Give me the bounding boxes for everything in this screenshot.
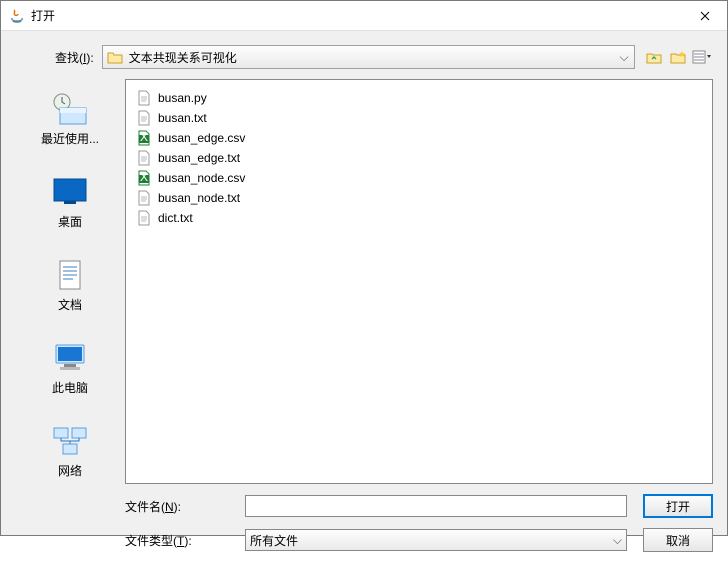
filetype-value: 所有文件: [250, 532, 613, 549]
file-row[interactable]: Xbusan_edge.csv: [132, 128, 706, 148]
network-icon: [50, 424, 90, 458]
place-label: 桌面: [58, 213, 82, 230]
svg-text:X: X: [140, 130, 148, 144]
place-documents[interactable]: 文档: [27, 253, 113, 318]
file-row[interactable]: busan_edge.txt: [132, 148, 706, 168]
java-icon: [9, 8, 25, 24]
folder-icon: [107, 50, 123, 64]
look-in-value: 文本共现关系可视化: [129, 49, 616, 66]
filetype-row: 文件类型(T): 所有文件 ⌵ 取消: [125, 528, 713, 552]
file-row[interactable]: busan_node.txt: [132, 188, 706, 208]
filetype-combo[interactable]: 所有文件 ⌵: [245, 529, 627, 551]
svg-text:X: X: [140, 170, 148, 184]
filename-label: 文件名(N):: [125, 498, 245, 515]
window-title: 打开: [31, 7, 683, 24]
file-name: busan_edge.csv: [158, 131, 245, 145]
place-network[interactable]: 网络: [27, 419, 113, 484]
file-row[interactable]: busan.py: [132, 88, 706, 108]
place-recent[interactable]: 最近使用...: [27, 87, 113, 152]
file-name: busan.py: [158, 91, 207, 105]
new-folder-button[interactable]: [667, 46, 689, 68]
filename-input[interactable]: [245, 495, 627, 517]
open-dialog: 打开 查找(I): 文本共现关系可视化 ⌵: [0, 0, 728, 536]
file-row[interactable]: dict.txt: [132, 208, 706, 228]
bottom-panel: 文件名(N): 打开 文件类型(T): 所有文件 ⌵ 取消: [15, 494, 713, 552]
documents-icon: [50, 258, 90, 292]
file-name: dict.txt: [158, 211, 193, 225]
toolbar: [643, 46, 713, 68]
look-in-label: 查找(I):: [55, 49, 94, 66]
places-sidebar: 最近使用... 桌面 文档 此电脑 网络: [15, 79, 125, 484]
text-file-icon: [136, 90, 152, 106]
file-row[interactable]: Xbusan_node.csv: [132, 168, 706, 188]
dialog-body: 查找(I): 文本共现关系可视化 ⌵: [1, 31, 727, 562]
place-label: 文档: [58, 296, 82, 313]
place-label: 最近使用...: [41, 130, 99, 147]
place-label: 此电脑: [52, 379, 88, 396]
look-in-combo[interactable]: 文本共现关系可视化 ⌵: [102, 45, 635, 69]
place-computer[interactable]: 此电脑: [27, 336, 113, 401]
look-in-row: 查找(I): 文本共现关系可视化 ⌵: [15, 45, 713, 69]
file-name: busan_node.txt: [158, 191, 240, 205]
file-row[interactable]: busan.txt: [132, 108, 706, 128]
computer-icon: [50, 341, 90, 375]
text-file-icon: [136, 190, 152, 206]
place-label: 网络: [58, 462, 82, 479]
text-file-icon: [136, 110, 152, 126]
up-folder-button[interactable]: [643, 46, 665, 68]
file-list[interactable]: busan.pybusan.txtXbusan_edge.csvbusan_ed…: [125, 79, 713, 484]
place-desktop[interactable]: 桌面: [27, 170, 113, 235]
file-name: busan_edge.txt: [158, 151, 240, 165]
open-button[interactable]: 打开: [643, 494, 713, 518]
file-name: busan_node.csv: [158, 171, 245, 185]
chevron-down-icon: ⌵: [613, 533, 622, 548]
file-name: busan.txt: [158, 111, 207, 125]
text-file-icon: [136, 150, 152, 166]
filename-row: 文件名(N): 打开: [125, 494, 713, 518]
excel-file-icon: X: [136, 130, 152, 146]
titlebar: 打开: [1, 1, 727, 31]
close-button[interactable]: [683, 1, 727, 31]
cancel-button[interactable]: 取消: [643, 528, 713, 552]
desktop-icon: [50, 175, 90, 209]
recent-icon: [50, 92, 90, 126]
mid-row: 最近使用... 桌面 文档 此电脑 网络: [15, 79, 713, 484]
text-file-icon: [136, 210, 152, 226]
chevron-down-icon: ⌵: [616, 50, 632, 65]
filetype-label: 文件类型(T):: [125, 532, 245, 549]
view-menu-button[interactable]: [691, 46, 713, 68]
excel-file-icon: X: [136, 170, 152, 186]
